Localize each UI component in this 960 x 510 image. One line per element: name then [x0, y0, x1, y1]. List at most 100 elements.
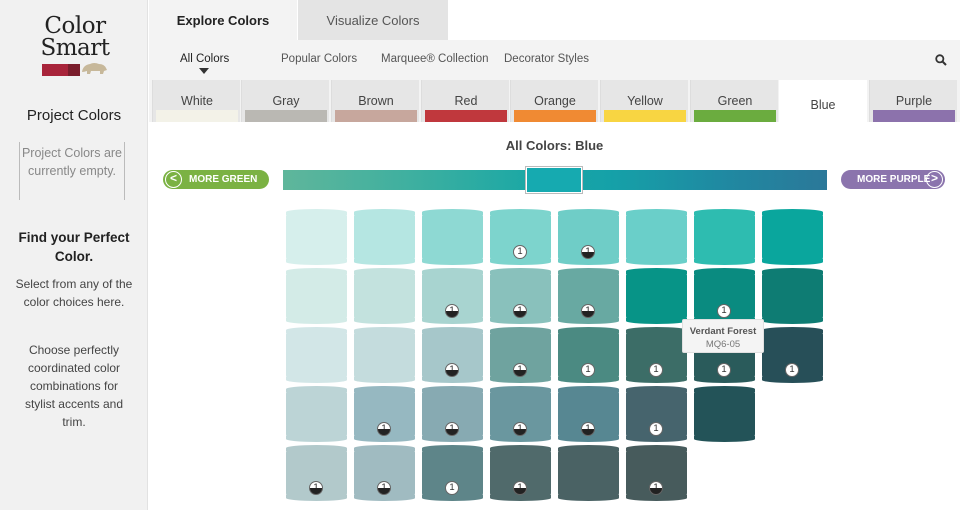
family-label: Blue — [810, 98, 836, 112]
color-chip[interactable]: 1 — [286, 445, 347, 501]
family-label: Green — [717, 94, 753, 108]
colorsmart-logo[interactable]: Color Smart — [30, 14, 120, 80]
tab-explore-colors[interactable]: Explore Colors — [149, 0, 297, 40]
color-chip[interactable]: 1 — [490, 268, 551, 324]
family-tab-purple[interactable]: Purple — [869, 80, 957, 122]
spectrum-selection-handle[interactable] — [526, 167, 582, 193]
color-chip[interactable] — [286, 209, 347, 265]
family-label: Gray — [272, 94, 300, 108]
subnav-marquee-collection[interactable]: Marquee® Collection — [381, 53, 489, 65]
color-chip[interactable]: 1 — [558, 209, 619, 265]
chip-count-badge: 1 — [309, 481, 323, 495]
color-chip[interactable] — [286, 327, 347, 383]
color-chip[interactable]: 1 — [354, 445, 415, 501]
subnav-decorator-styles[interactable]: Decorator Styles — [504, 53, 589, 65]
family-tab-brown[interactable]: Brown — [331, 80, 419, 122]
color-family-tabs: White Gray Brown Red Orange Yellow Green — [149, 80, 960, 122]
color-chip[interactable]: 1 — [694, 268, 755, 324]
caret-down-icon — [199, 68, 209, 74]
color-chip[interactable] — [626, 268, 687, 324]
tab-visualize-colors[interactable]: Visualize Colors — [298, 0, 448, 40]
family-tab-gray[interactable]: Gray — [241, 80, 329, 122]
chip-count-badge: 1 — [717, 363, 731, 377]
more-green-label: MORE GREEN — [189, 174, 258, 185]
family-label: White — [181, 94, 213, 108]
sidebar-paragraph-2: Choose perfectly coordinated color combi… — [24, 343, 124, 429]
color-chip[interactable] — [354, 268, 415, 324]
family-tab-yellow[interactable]: Yellow — [600, 80, 688, 122]
family-swatch — [156, 110, 238, 122]
search-icon[interactable] — [935, 54, 947, 66]
chip-count-badge: 1 — [513, 304, 527, 318]
subnav-all-colors[interactable]: All Colors — [180, 53, 229, 65]
color-chip[interactable]: 1 — [422, 327, 483, 383]
project-colors-empty-text: Project Colors are currently empty. — [19, 142, 125, 200]
chip-count-badge: 1 — [445, 481, 459, 495]
color-chip[interactable]: 1 — [422, 386, 483, 442]
logo-color-bar — [42, 63, 108, 76]
color-chip[interactable] — [286, 386, 347, 442]
chip-count-badge: 1 — [513, 422, 527, 436]
color-chip[interactable]: 1 — [626, 445, 687, 501]
chip-count-badge: 1 — [581, 363, 595, 377]
sub-navigation: All Colors Popular Colors Marquee® Colle… — [149, 40, 960, 80]
family-tab-red[interactable]: Red — [421, 80, 509, 122]
color-chip[interactable] — [354, 327, 415, 383]
color-chip[interactable]: 1 — [422, 268, 483, 324]
tooltip-color-code: MQ6-05 — [705, 339, 741, 350]
hue-spectrum-slider[interactable] — [283, 167, 827, 193]
color-chip[interactable]: 1 — [354, 386, 415, 442]
more-green-button[interactable]: < MORE GREEN — [163, 170, 269, 189]
color-chip[interactable] — [354, 209, 415, 265]
color-chip[interactable] — [558, 445, 619, 501]
color-chip[interactable] — [626, 209, 687, 265]
family-tab-white[interactable]: White — [152, 80, 240, 122]
color-chip[interactable]: 1 — [558, 268, 619, 324]
color-tooltip: Verdant Forest MQ6-05 — [682, 319, 764, 353]
color-chip[interactable] — [422, 209, 483, 265]
chip-count-badge: 1 — [445, 363, 459, 377]
color-chip[interactable] — [694, 209, 755, 265]
chip-count-badge: 1 — [445, 422, 459, 436]
family-swatch — [604, 110, 686, 122]
chevron-right-icon: > — [926, 171, 943, 188]
color-chip[interactable] — [286, 268, 347, 324]
family-tab-blue[interactable]: Blue — [779, 80, 867, 122]
family-tab-green[interactable]: Green — [690, 80, 778, 122]
chip-count-badge: 1 — [649, 481, 663, 495]
family-tab-orange[interactable]: Orange — [510, 80, 598, 122]
chip-count-badge: 1 — [649, 363, 663, 377]
color-chip[interactable]: 1 — [490, 386, 551, 442]
color-chip[interactable]: 1 — [558, 386, 619, 442]
more-purple-label: MORE PURPLE — [857, 174, 931, 185]
family-swatch — [873, 110, 955, 122]
color-chip-grid: 1 1 1 1 1 1 1 1 1 1 1 1 1 1 1 1 1 1 1 1 1 1 — [286, 209, 826, 501]
sidebar: Color Smart Project Colors Project Color… — [0, 0, 148, 510]
logo-line2: Smart — [40, 35, 110, 61]
subnav-popular-colors[interactable]: Popular Colors — [281, 53, 357, 65]
color-chip[interactable]: 1 — [490, 327, 551, 383]
chip-count-badge: 1 — [785, 363, 799, 377]
color-chip[interactable]: 1 — [490, 445, 551, 501]
color-chip[interactable] — [762, 268, 823, 324]
color-chip[interactable] — [694, 386, 755, 442]
family-label: Yellow — [627, 94, 663, 108]
color-chip[interactable]: 1 — [626, 386, 687, 442]
chip-count-badge: 1 — [513, 245, 527, 259]
color-chip[interactable]: 1 — [422, 445, 483, 501]
color-chip[interactable]: 1 — [762, 327, 823, 383]
chip-count-badge: 1 — [581, 245, 595, 259]
family-swatch — [694, 110, 776, 122]
main-panel: Explore Colors Visualize Colors All Colo… — [149, 0, 960, 510]
more-purple-button[interactable]: MORE PURPLE > — [841, 170, 945, 189]
section-heading: All Colors: Blue — [505, 138, 604, 153]
chip-count-badge: 1 — [717, 304, 731, 318]
color-chip[interactable]: 1 — [490, 209, 551, 265]
color-chip[interactable]: 1 — [626, 327, 687, 383]
chevron-left-icon: < — [165, 171, 182, 188]
color-chip[interactable]: 1 — [558, 327, 619, 383]
sidebar-paragraph-1: Select from any of the color choices her… — [15, 277, 133, 309]
project-colors-title: Project Colors — [26, 107, 122, 124]
color-chip[interactable] — [762, 209, 823, 265]
chip-count-badge: 1 — [581, 304, 595, 318]
